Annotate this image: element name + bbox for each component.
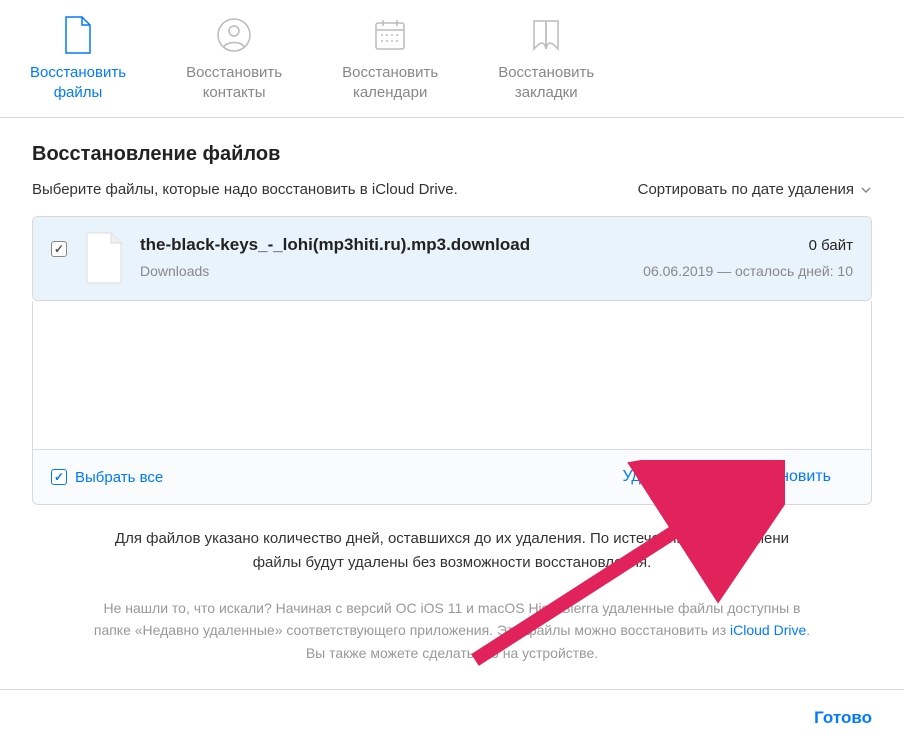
footer-sub-text: Не нашли то, что искали? Начиная с верси… (32, 585, 872, 689)
sort-dropdown[interactable]: Сортировать по дате удаления (638, 181, 872, 198)
bookmark-icon (526, 15, 566, 55)
tab-restore-contacts[interactable]: Восстановитьконтакты (156, 10, 312, 117)
sort-label: Сортировать по дате удаления (638, 181, 854, 198)
file-size: 0 байт (809, 237, 853, 254)
select-all-label: Выбрать все (75, 469, 163, 486)
tab-label: Восстановитьфайлы (30, 63, 126, 102)
file-location: Downloads (140, 263, 209, 279)
footer-main-text: Для файлов указано количество дней, оста… (32, 505, 872, 585)
delete-button[interactable]: Удалить (600, 462, 705, 492)
calendar-icon (370, 15, 410, 55)
file-checkbox[interactable] (51, 241, 67, 257)
tab-restore-bookmarks[interactable]: Восстановитьзакладки (468, 10, 624, 117)
file-toolbar: Выбрать все Удалить Восстановить (32, 449, 872, 505)
category-tabs: Восстановитьфайлы Восстановитьконтакты (0, 0, 904, 118)
tab-restore-calendars[interactable]: Восстановитькалендари (312, 10, 468, 117)
done-button[interactable]: Готово (814, 708, 872, 728)
chevron-down-icon (860, 181, 872, 198)
file-row[interactable]: the-black-keys_-_lohi(mp3hiti.ru).mp3.do… (33, 217, 871, 300)
contact-icon (214, 15, 254, 55)
file-list: the-black-keys_-_lohi(mp3hiti.ru).mp3.do… (32, 216, 872, 301)
tab-label: Восстановитьконтакты (186, 63, 282, 102)
file-icon (58, 15, 98, 55)
select-all-control[interactable]: Выбрать все (51, 469, 163, 486)
select-all-checkbox[interactable] (51, 469, 67, 485)
file-expiry: 06.06.2019 — осталось дней: 10 (643, 263, 853, 279)
page-title: Восстановление файлов (32, 143, 872, 166)
file-name: the-black-keys_-_lohi(mp3hiti.ru).mp3.do… (140, 235, 530, 255)
tab-label: Восстановитьзакладки (498, 63, 594, 102)
tab-restore-files[interactable]: Восстановитьфайлы (0, 10, 156, 117)
restore-button[interactable]: Восстановить (707, 462, 853, 492)
instruction-text: Выберите файлы, которые надо восстановит… (32, 181, 458, 198)
icloud-drive-link[interactable]: iCloud Drive (730, 622, 806, 638)
file-type-icon (81, 231, 126, 286)
tab-label: Восстановитькалендари (342, 63, 438, 102)
bottom-bar: Готово (0, 689, 904, 746)
